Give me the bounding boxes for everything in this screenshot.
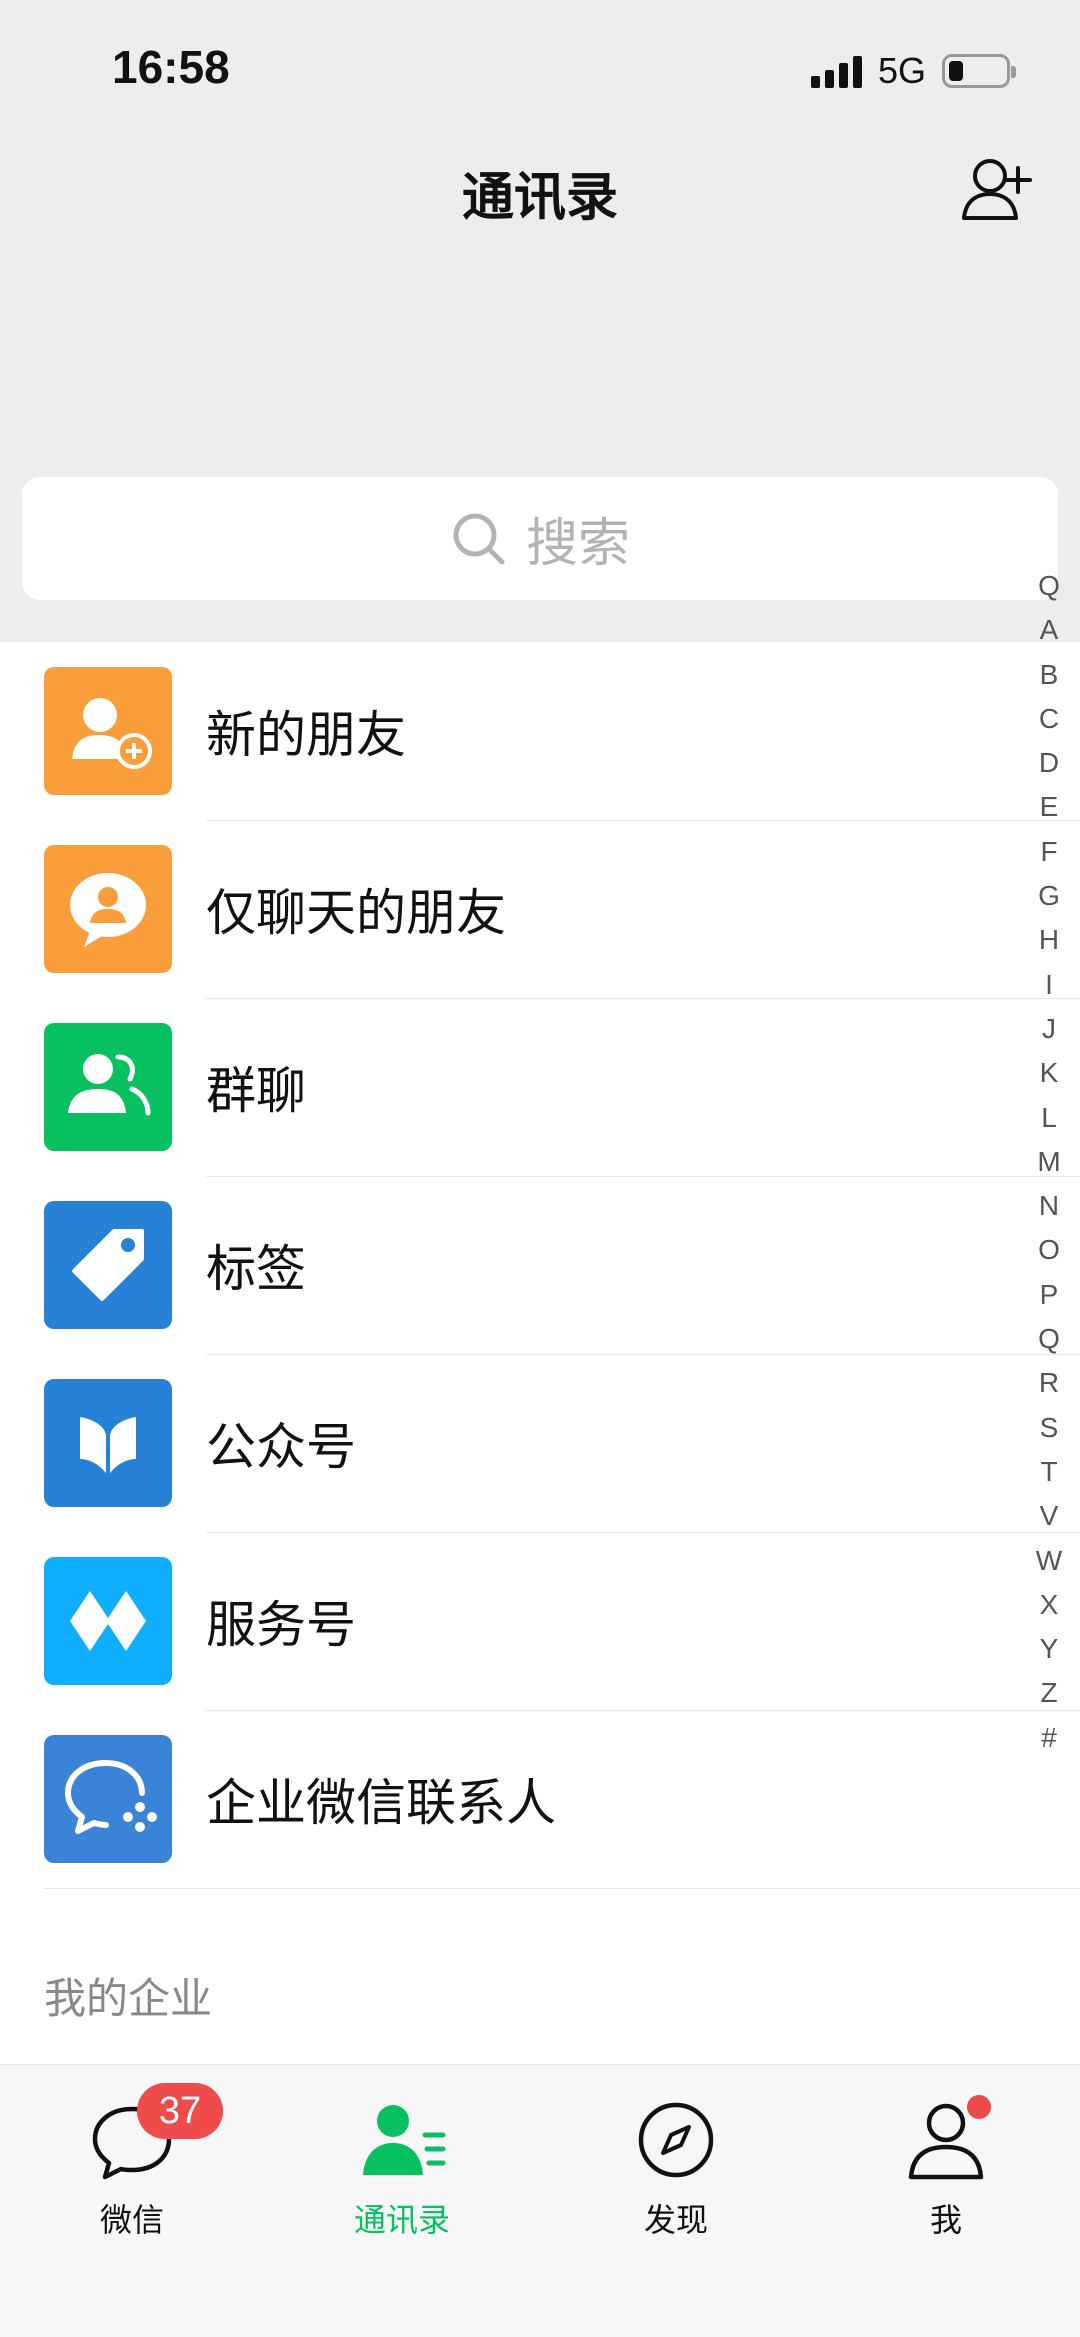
tab-label: 通讯录 [353, 2201, 450, 2239]
add-contact-icon [962, 159, 1032, 220]
contact-function-list: 新的朋友 仅聊天的朋友 群聊 标签 公众号 服务号 企业微信联系人 [0, 642, 1080, 2064]
list-item-label: 标签 [206, 1240, 306, 1298]
divider [44, 1888, 1080, 1889]
add-contact-button[interactable] [958, 150, 1038, 230]
tab-label: 微信 [99, 2201, 164, 2239]
unread-badge: 37 [137, 2083, 223, 2139]
status-time: 16:58 [112, 41, 230, 93]
status-indicators: 5G [810, 50, 1016, 92]
index-letter[interactable]: O [1038, 1228, 1060, 1272]
index-letter[interactable]: C [1039, 697, 1059, 741]
person-icon [901, 2095, 991, 2185]
tab-bar: 37 微信 通讯录 发现 我 [0, 2064, 1080, 2337]
index-letter[interactable]: D [1039, 741, 1059, 785]
index-letter[interactable]: E [1040, 785, 1059, 829]
tab-contacts[interactable]: 通讯录 [302, 2095, 502, 2285]
tab-me[interactable]: 我 [846, 2095, 1046, 2285]
index-letter[interactable]: F [1040, 830, 1057, 874]
list-item-label: 新的朋友 [206, 706, 406, 764]
network-type: 5G [877, 50, 926, 91]
section-header-my-enterprise: 我的企业 [44, 1974, 213, 2023]
index-letter[interactable]: Y [1040, 1627, 1059, 1671]
index-letter[interactable]: S [1040, 1406, 1059, 1450]
list-item-chat-only-friends[interactable]: 仅聊天的朋友 [0, 820, 1080, 998]
chat-only-friend-icon [44, 845, 172, 973]
battery-icon [942, 54, 1016, 88]
tab-label: 发现 [643, 2201, 708, 2239]
index-letter[interactable]: N [1039, 1184, 1059, 1228]
index-letter[interactable]: Q [1038, 1317, 1060, 1361]
index-letter[interactable]: Z [1040, 1671, 1057, 1715]
index-letter[interactable]: V [1040, 1494, 1059, 1538]
index-letter[interactable]: G [1038, 874, 1060, 918]
official-account-icon [44, 1379, 172, 1507]
list-item-label: 企业微信联系人 [206, 1774, 556, 1832]
index-letter[interactable]: A [1040, 608, 1059, 652]
index-letter[interactable]: R [1039, 1361, 1059, 1405]
signal-icon [810, 54, 862, 88]
index-letter[interactable]: K [1040, 1051, 1059, 1095]
index-letter[interactable]: P [1040, 1273, 1059, 1317]
list-item-wecom-contacts[interactable]: 企业微信联系人 [0, 1710, 1080, 1888]
index-letter[interactable]: H [1039, 918, 1059, 962]
list-item-new-friends[interactable]: 新的朋友 [0, 642, 1080, 820]
index-letter[interactable]: I [1045, 963, 1053, 1007]
notification-dot [967, 2095, 991, 2119]
index-letter[interactable]: T [1040, 1450, 1057, 1494]
list-item-tags[interactable]: 标签 [0, 1176, 1080, 1354]
tab-chats[interactable]: 37 微信 [32, 2083, 232, 2285]
chat-bubble-icon: 37 [87, 2083, 223, 2185]
list-item-service-accounts[interactable]: 服务号 [0, 1532, 1080, 1710]
list-item-group-chats[interactable]: 群聊 [0, 998, 1080, 1176]
list-item-label: 仅聊天的朋友 [206, 884, 506, 942]
list-item-label: 公众号 [206, 1418, 356, 1476]
list-item-official-accounts[interactable]: 公众号 [0, 1354, 1080, 1532]
index-letter[interactable]: X [1040, 1583, 1059, 1627]
index-letter[interactable]: M [1037, 1140, 1060, 1184]
status-bar: 16:58 5G [0, 0, 1080, 130]
tab-label: 我 [929, 2201, 962, 2239]
compass-icon [631, 2095, 721, 2185]
add-friend-icon [44, 667, 172, 795]
service-account-icon [44, 1557, 172, 1685]
wecom-contact-icon [44, 1735, 172, 1863]
index-letter[interactable]: B [1040, 653, 1059, 697]
contacts-icon [357, 2095, 447, 2185]
index-letter[interactable]: Q [1038, 564, 1060, 608]
index-letter[interactable]: W [1036, 1539, 1062, 1583]
alphabet-index[interactable]: Q A B C D E F G H I J K L M N O P Q R S T V W X Y Z # [1032, 564, 1066, 1760]
index-letter[interactable]: # [1041, 1716, 1057, 1760]
list-item-label: 服务号 [206, 1596, 356, 1654]
tag-icon [44, 1201, 172, 1329]
search-placeholder: 搜索 [525, 514, 630, 574]
search-icon [453, 513, 505, 564]
search-bar[interactable]: 搜索 [22, 477, 1058, 600]
page-title: 通讯录 [461, 168, 618, 228]
index-letter[interactable]: J [1042, 1007, 1056, 1051]
group-chat-icon [44, 1023, 172, 1151]
tab-discover[interactable]: 发现 [576, 2095, 776, 2285]
list-item-label: 群聊 [206, 1062, 306, 1120]
index-letter[interactable]: L [1041, 1096, 1057, 1140]
